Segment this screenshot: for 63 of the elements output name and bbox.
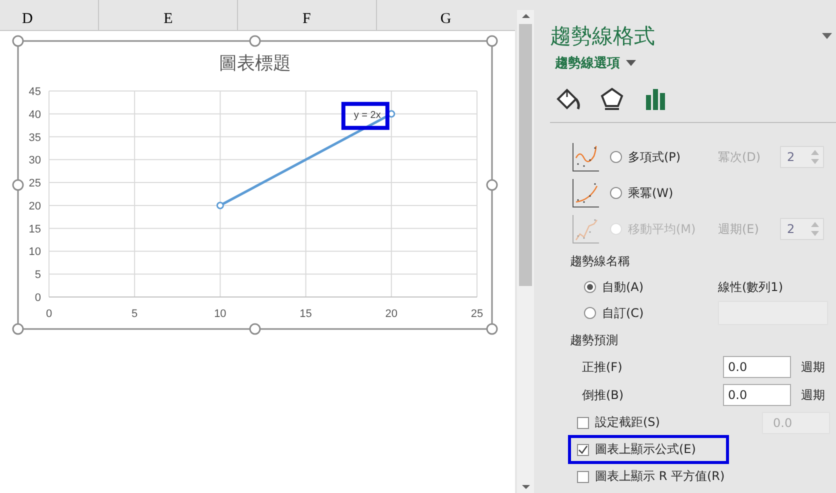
x-tick-label: 5 [132, 308, 138, 320]
caret-icon [626, 60, 636, 66]
resize-handle[interactable] [12, 323, 24, 335]
column-header[interactable]: D [0, 0, 100, 30]
y-tick-label: 20 [28, 200, 41, 212]
y-tick-label: 10 [28, 246, 41, 258]
chart-title: 圖表標題 [219, 53, 291, 74]
parameter-label: 週期(E) [718, 220, 760, 238]
resize-handle[interactable] [486, 323, 498, 335]
y-tick-label: 25 [28, 178, 41, 190]
panel-title: 趨勢線格式 [550, 23, 655, 50]
unit-label: 週期 [801, 358, 825, 376]
checkbox-option[interactable]: 設定截距(S) [577, 414, 660, 431]
column-header[interactable]: F [238, 0, 376, 30]
name-option[interactable]: 自動(A) [584, 278, 718, 296]
forecast-input[interactable]: 0.0 [723, 384, 791, 406]
y-tick-label: 45 [28, 86, 41, 98]
y-tick-label: 40 [28, 108, 41, 121]
section-heading: 趨勢線名稱 [569, 253, 631, 270]
check-icon [578, 445, 588, 454]
name-option[interactable]: 自訂(C) [584, 304, 718, 322]
trend-type-option[interactable]: 乘冪(W) [610, 184, 718, 202]
x-tick-label: 10 [214, 308, 226, 320]
x-tick-label: 15 [300, 308, 312, 320]
scroll-up-icon[interactable] [520, 12, 532, 20]
unit-label: 週期 [801, 386, 825, 404]
trend-thumbnail-icon [572, 214, 600, 244]
resize-handle[interactable] [12, 35, 24, 47]
parameter-label: 冪次(D) [718, 148, 762, 166]
y-tick-label: 15 [28, 223, 41, 236]
resize-handle[interactable] [249, 35, 261, 47]
resize-handle[interactable] [12, 179, 24, 191]
resize-handle[interactable] [249, 323, 261, 335]
spinner-value: 2 [787, 222, 795, 236]
forecast-label: 正推(F) [582, 358, 624, 376]
trendline-name: 線性(數列1) [718, 278, 783, 296]
column-header[interactable]: E [99, 0, 238, 30]
options-dropdown[interactable]: 趨勢線選項 [555, 54, 636, 72]
checkbox-option[interactable]: 圖表上顯示 R 平方值(R) [577, 468, 725, 485]
scroll-thumb[interactable] [519, 24, 532, 286]
y-tick-label: 35 [28, 132, 41, 144]
spinner-value: 2 [787, 150, 795, 164]
forecast-input[interactable]: 0.0 [723, 356, 791, 378]
trend-thumbnail-icon [572, 142, 600, 172]
y-tick-label: 30 [28, 154, 41, 167]
column-header[interactable]: G [376, 0, 515, 30]
trendline-equation[interactable]: y = 2x [354, 110, 381, 121]
forecast-label: 倒推(B) [582, 386, 625, 404]
y-tick-label: 5 [34, 269, 41, 282]
x-tick-label: 0 [46, 308, 52, 320]
checkbox-option[interactable]: 圖表上顯示公式(E) [577, 441, 696, 458]
parameter-spinner[interactable]: 2 [780, 146, 824, 168]
scroll-down-icon[interactable] [520, 483, 532, 491]
y-tick-label: 0 [34, 292, 41, 304]
dropdown-caret-icon[interactable] [822, 33, 832, 39]
section-heading: 趨勢預測 [569, 332, 619, 349]
vertical-scrollbar[interactable] [517, 10, 534, 493]
resize-handle[interactable] [486, 179, 498, 191]
trend-thumbnail-icon [572, 178, 600, 208]
x-tick-label: 20 [385, 308, 398, 320]
resize-handle[interactable] [486, 35, 498, 47]
trend-type-option[interactable]: 多項式(P) [610, 148, 718, 166]
x-tick-label: 25 [470, 308, 484, 320]
